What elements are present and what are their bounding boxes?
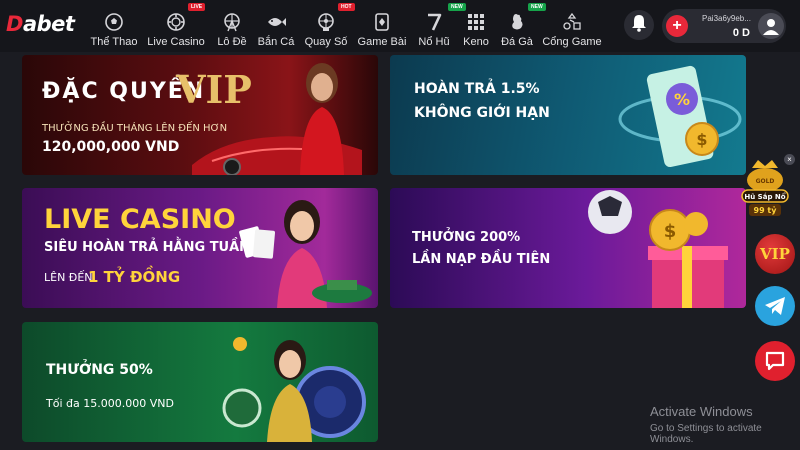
vip-float-button[interactable]: VIP: [755, 234, 795, 274]
fish-icon: [265, 11, 287, 33]
svg-text:$: $: [696, 130, 707, 149]
balance-text: 0 D: [732, 27, 750, 39]
svg-text:%: %: [674, 90, 690, 109]
banner-bonus-50[interactable]: THƯỞNG 50% Tối đa 15.000.000 VND: [22, 322, 378, 442]
gamepad-icon: [561, 11, 583, 33]
nav-item-the-thao[interactable]: Thể Thao: [90, 4, 138, 48]
jackpot-close-button[interactable]: ×: [784, 154, 795, 165]
notification-bell-button[interactable]: [624, 10, 654, 40]
telegram-icon: [765, 297, 785, 315]
nav-item-quay-so[interactable]: HOT Quay Số: [304, 3, 355, 48]
rooster-icon: [506, 11, 528, 33]
jackpot-widget[interactable]: Hũ Sắp Nổ GOLD 99 tỷ: [740, 158, 790, 220]
banner-cashback[interactable]: % $ HOÀN TRẢ 1.5% KHÔNG GIỚI HẠN: [390, 55, 746, 175]
vip-subtitle: THƯỞNG ĐẦU THÁNG LÊN ĐẾN HƠN: [42, 123, 228, 134]
ferris-wheel-icon: [221, 11, 243, 33]
bonus-50-subtitle: Tối đa 15.000.000 VND: [46, 397, 174, 410]
bonus-200-subtitle: LẦN NẠP ĐẦU TIÊN: [412, 252, 551, 267]
nav-item-lo-de[interactable]: Lô Đề: [214, 4, 250, 48]
svg-text:99 tỷ: 99 tỷ: [754, 205, 778, 215]
gift-box-and-football-illustration: $: [588, 190, 728, 308]
soccer-ball-icon: [103, 11, 125, 33]
nav-item-cong-game[interactable]: Cổng Game: [542, 4, 602, 48]
hot-badge: HOT: [338, 3, 355, 11]
nav-item-game-bai[interactable]: Game Bài: [358, 4, 406, 48]
username-text: Pai3a6y9eb...: [702, 14, 751, 23]
cashback-line-2: KHÔNG GIỚI HẠN: [414, 105, 550, 121]
slot-seven-icon: [423, 11, 445, 33]
ticket-and-coin-illustration: % $: [618, 65, 742, 168]
user-icon: [763, 19, 779, 35]
telegram-float-button[interactable]: [755, 286, 795, 326]
live-badge: LIVE: [188, 3, 206, 11]
svg-text:GOLD: GOLD: [756, 178, 775, 185]
bonus-200-title: THƯỞNG 200%: [412, 230, 521, 245]
activate-windows-watermark: Activate Windows Go to Settings to activ…: [650, 404, 762, 445]
nav-item-no-hu[interactable]: NEW Nổ Hũ: [416, 3, 466, 48]
dabet-logo[interactable]: Dabet: [6, 12, 75, 36]
svg-text:$: $: [664, 221, 677, 242]
jackpot-pot-icon: Hũ Sắp Nổ GOLD 99 tỷ: [741, 160, 789, 216]
live-chat-float-button[interactable]: [755, 341, 795, 381]
live-casino-prefix: LÊN ĐẾN: [44, 271, 93, 284]
cashback-line-1: HOÀN TRẢ 1.5%: [414, 81, 540, 97]
deposit-plus-button[interactable]: +: [666, 15, 688, 37]
nav-item-ban-ca[interactable]: Bắn Cá: [258, 4, 294, 48]
bonus-50-title: THƯỞNG 50%: [46, 362, 153, 378]
banner-live-casino[interactable]: LIVE CASINO SIÊU HOÀN TRẢ HẰNG TUẦN LÊN …: [22, 188, 378, 308]
bell-icon: [631, 14, 647, 37]
vip-big-text: VIP: [176, 67, 252, 112]
lottery-wheel-icon: [315, 11, 337, 33]
banner-bonus-200[interactable]: $ THƯỞNG 200% LẦN NẠP ĐẦU TIÊN: [390, 188, 746, 308]
vip-badge-icon: VIP: [760, 245, 790, 263]
nav-item-keno[interactable]: Keno: [460, 4, 492, 48]
banner-vip-privileges[interactable]: ĐẶC QUYỀN VIP THƯỞNG ĐẦU THÁNG LÊN ĐẾN H…: [22, 55, 378, 175]
account-panel: + Pai3a6y9eb... 0 D: [662, 9, 786, 43]
roulette-and-woman-illustration: [222, 337, 366, 442]
nav-item-live-casino[interactable]: LIVE Live Casino: [147, 3, 206, 48]
casino-chip-icon: [165, 11, 187, 33]
live-casino-amount: 1 TỶ ĐỒNG: [88, 268, 181, 286]
live-casino-subtitle: SIÊU HOÀN TRẢ HẰNG TUẦN: [44, 240, 251, 255]
top-navigation-bar: Dabet Thể Thao LIVE Live Casino Lô Đề Bắ…: [0, 0, 800, 52]
playing-cards-icon: [371, 11, 393, 33]
keno-grid-icon: [465, 11, 487, 33]
live-casino-title: LIVE CASINO: [44, 204, 236, 235]
nav-item-da-ga[interactable]: NEW Đá Gà: [500, 3, 546, 48]
woman-in-red-dress-illustration: [300, 63, 344, 175]
vip-amount: 120,000,000 VND: [42, 139, 180, 155]
svg-text:Hũ Sắp Nổ: Hũ Sắp Nổ: [744, 192, 785, 201]
chat-bubble-icon: [765, 351, 785, 371]
user-avatar-button[interactable]: [758, 13, 784, 39]
